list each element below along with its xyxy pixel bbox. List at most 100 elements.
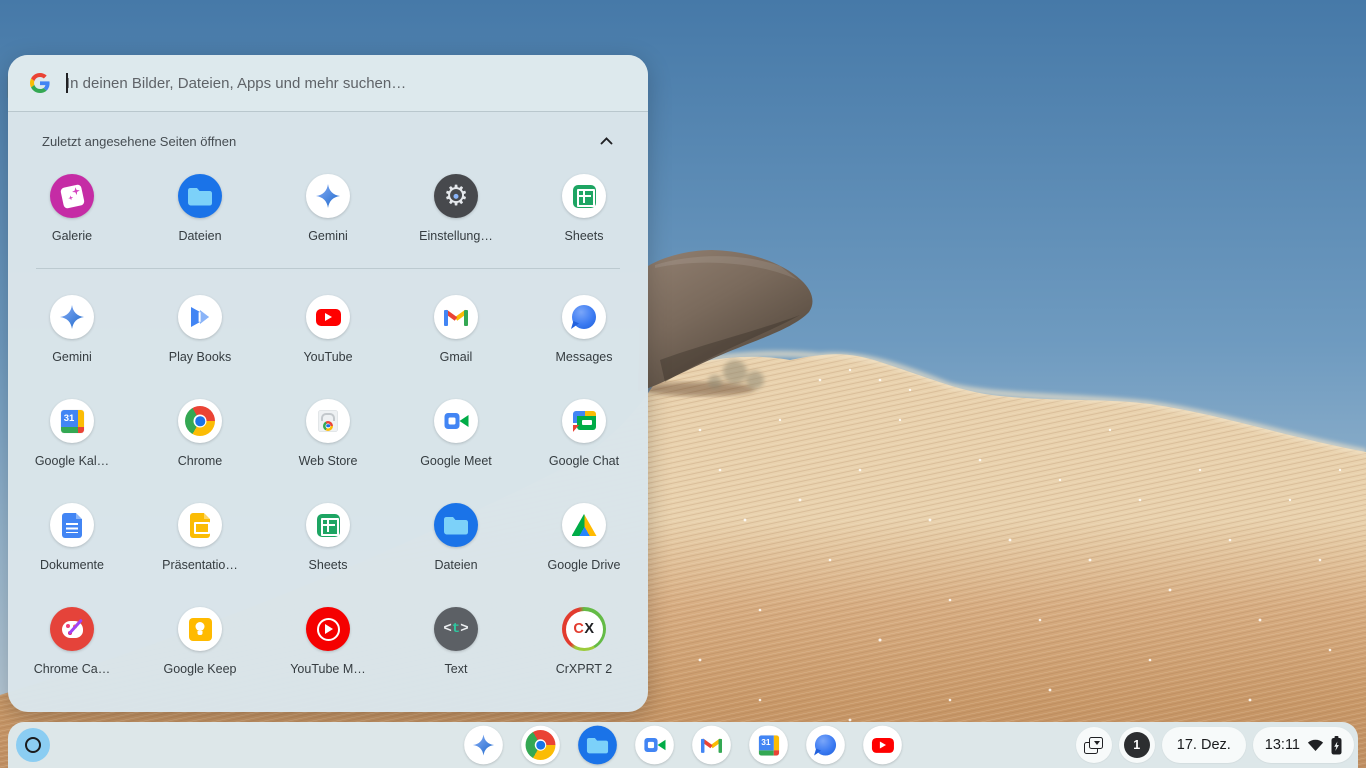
battery-charging-icon (1331, 736, 1342, 755)
app-gemini[interactable]: Gemini (264, 174, 392, 246)
app-label: Dokumente (40, 557, 104, 573)
youtube-icon (863, 726, 902, 765)
pinned-apps: 31 (464, 722, 903, 768)
canvas-icon (50, 607, 94, 651)
launcher-button[interactable] (16, 728, 50, 762)
app-label: Präsentatio… (162, 557, 238, 573)
gemini-icon (306, 174, 350, 218)
notification-count-badge: 1 (1124, 732, 1150, 758)
app-dateien[interactable]: Dateien (392, 503, 520, 575)
app-dokumente[interactable]: Dokumente (8, 503, 136, 575)
shelf-app-google-kalender[interactable]: 31 (749, 725, 789, 765)
app-label: Chrome Ca… (34, 661, 110, 677)
drive-icon (562, 503, 606, 547)
app-label: Sheets (565, 228, 604, 244)
sheets-icon (562, 174, 606, 218)
text-cursor (66, 73, 68, 93)
meet-icon (434, 399, 478, 443)
status-area: 1 17. Dez. 13:11 (1076, 722, 1354, 768)
app-text[interactable]: <t> Text (392, 607, 520, 679)
app-web-store[interactable]: Web Store (264, 399, 392, 471)
recent-apps-row: Galerie Dateien Gemini ⚙ Einstellung… Sh… (8, 174, 648, 246)
screencast-icon (1084, 737, 1103, 754)
app-google-drive[interactable]: Google Drive (520, 503, 648, 575)
shelf: 31 1 17. Dez. 13:11 (8, 722, 1358, 768)
app-label: Google Keep (164, 661, 237, 677)
files-icon (178, 174, 222, 218)
shelf-app-google-meet[interactable] (635, 725, 675, 765)
wifi-icon (1307, 738, 1324, 752)
app-chrome-canvas[interactable]: Chrome Ca… (8, 607, 136, 679)
app-google-kalender[interactable]: 31 Google Kal… (8, 399, 136, 471)
shelf-app-youtube[interactable] (863, 725, 903, 765)
messages-icon (806, 726, 845, 765)
app-label: Chrome (178, 453, 222, 469)
app-label: Galerie (52, 228, 92, 244)
screencast-button[interactable] (1076, 727, 1112, 763)
launcher-panel: Zuletzt angesehene Seiten öffnen Galerie… (8, 55, 648, 712)
youtube-icon (306, 295, 350, 339)
date-button[interactable]: 17. Dez. (1162, 727, 1246, 763)
settings-gear-icon: ⚙ (434, 174, 478, 218)
docs-icon (50, 503, 94, 547)
app-chrome[interactable]: Chrome (136, 399, 264, 471)
app-einstellungen[interactable]: ⚙ Einstellung… (392, 174, 520, 246)
keep-icon (178, 607, 222, 651)
app-label: Google Drive (548, 557, 621, 573)
apps-grid: Gemini Play Books YouTube Gmail Messages… (8, 295, 648, 679)
galerie-icon (50, 174, 94, 218)
chat-icon (562, 399, 606, 443)
app-label: Google Meet (420, 453, 492, 469)
app-gmail[interactable]: Gmail (392, 295, 520, 367)
app-label: YouTube M… (290, 661, 366, 677)
shelf-app-chrome[interactable] (521, 725, 561, 765)
app-label: Gemini (308, 228, 348, 244)
app-label: Web Store (299, 453, 358, 469)
launcher-search-bar[interactable] (8, 55, 648, 112)
search-input[interactable] (66, 75, 626, 92)
app-label: CrXPRT 2 (556, 661, 613, 677)
app-label: Gmail (440, 349, 473, 365)
system-tray-button[interactable]: 13:11 (1253, 727, 1354, 763)
shelf-app-messages[interactable] (806, 725, 846, 765)
app-dateien[interactable]: Dateien (136, 174, 264, 246)
gemini-icon (50, 295, 94, 339)
shelf-app-gemini[interactable] (464, 725, 504, 765)
app-gemini[interactable]: Gemini (8, 295, 136, 367)
messages-icon (562, 295, 606, 339)
app-messages[interactable]: Messages (520, 295, 648, 367)
files-icon (578, 726, 617, 765)
app-youtube[interactable]: YouTube (264, 295, 392, 367)
gemini-icon (464, 726, 503, 765)
app-google-chat[interactable]: Google Chat (520, 399, 648, 471)
app-label: Messages (556, 349, 613, 365)
app-label: Google Chat (549, 453, 619, 469)
google-g-icon (30, 73, 50, 93)
app-galerie[interactable]: Galerie (8, 174, 136, 246)
app-google-keep[interactable]: Google Keep (136, 607, 264, 679)
app-praesentationen[interactable]: Präsentatio… (136, 503, 264, 575)
shelf-app-gmail[interactable] (692, 725, 732, 765)
app-label: Google Kal… (35, 453, 109, 469)
app-label: YouTube (303, 349, 352, 365)
recent-section-title: Zuletzt angesehene Seiten öffnen (42, 134, 236, 149)
chrome-icon (521, 726, 560, 765)
files-icon (434, 503, 478, 547)
play-books-icon (178, 295, 222, 339)
date-label: 17. Dez. (1177, 737, 1231, 753)
shelf-app-dateien[interactable] (578, 725, 618, 765)
youtube-music-icon (306, 607, 350, 651)
app-label: Dateien (434, 557, 477, 573)
app-label: Play Books (169, 349, 232, 365)
app-crxprt-2[interactable]: CX CrXPRT 2 (520, 607, 648, 679)
app-play-books[interactable]: Play Books (136, 295, 264, 367)
meet-icon (635, 726, 674, 765)
notification-counter-button[interactable]: 1 (1119, 727, 1155, 763)
app-sheets[interactable]: Sheets (264, 503, 392, 575)
collapse-section-button[interactable] (592, 127, 620, 155)
app-sheets[interactable]: Sheets (520, 174, 648, 246)
app-google-meet[interactable]: Google Meet (392, 399, 520, 471)
slides-icon (178, 503, 222, 547)
app-label: Sheets (309, 557, 348, 573)
app-youtube-music[interactable]: YouTube M… (264, 607, 392, 679)
